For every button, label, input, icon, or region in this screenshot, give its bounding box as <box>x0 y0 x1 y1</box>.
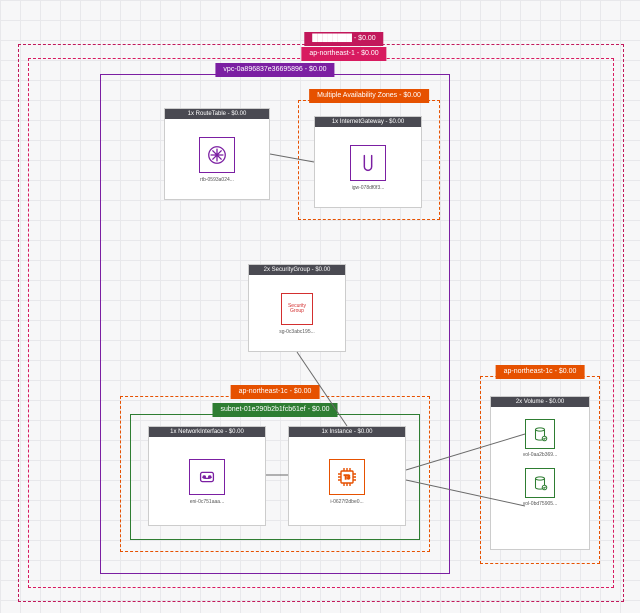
network-interface-icon <box>189 459 225 495</box>
volume-1-id: vol-0aa2b369... <box>523 452 557 458</box>
subnet-az-label: ap-northeast-1c - $0.00 <box>231 385 320 399</box>
security-group-icon: SecurityGroup <box>281 293 313 325</box>
internet-gateway-icon <box>350 145 386 181</box>
vpc-label: vpc-0a896837e36695896 - $0.00 <box>215 63 334 77</box>
volume-icon <box>525 419 555 449</box>
region-label: ap-northeast-1 - $0.00 <box>301 47 386 61</box>
volumes-title: 2x Volume - $0.00 <box>491 397 589 407</box>
svg-text:T3: T3 <box>344 475 350 481</box>
security-group-id: sg-0c3abc195... <box>279 329 315 335</box>
internet-gateway-id: igw-078df0f3... <box>352 185 385 191</box>
route-table-id: rtb-0593a024... <box>200 177 234 183</box>
volume-az-label: ap-northeast-1c - $0.00 <box>496 365 585 379</box>
network-interface-title: 1x NetworkInterface - $0.00 <box>149 427 265 437</box>
account-label: ████████ - $0.00 <box>304 32 383 46</box>
diagram-canvas[interactable]: ████████ - $0.00 ap-northeast-1 - $0.00 … <box>0 0 640 613</box>
volume-2-id: vol-0bd75905... <box>523 501 557 507</box>
route-table-node[interactable]: 1x RouteTable - $0.00 rtb-0593a024... <box>164 108 270 200</box>
subnet-label: subnet-01e290b2b1fcb61ef - $0.00 <box>213 403 338 417</box>
instance-icon: T3 <box>329 459 365 495</box>
volumes-node[interactable]: 2x Volume - $0.00 vol-0aa2b369... vol-0b… <box>490 396 590 550</box>
instance-title: 1x Instance - $0.00 <box>289 427 405 437</box>
internet-gateway-node[interactable]: 1x InternetGateway - $0.00 igw-078df0f3.… <box>314 116 422 208</box>
multi-az-label: Multiple Availability Zones - $0.00 <box>309 89 429 103</box>
route-table-title: 1x RouteTable - $0.00 <box>165 109 269 119</box>
security-group-title: 2x SecurityGroup - $0.00 <box>249 265 345 275</box>
network-interface-id: eni-0c751aaa... <box>190 499 224 505</box>
volume-icon <box>525 468 555 498</box>
network-interface-node[interactable]: 1x NetworkInterface - $0.00 eni-0c751aaa… <box>148 426 266 526</box>
instance-id: i-0627f2dbe0... <box>330 499 363 505</box>
internet-gateway-title: 1x InternetGateway - $0.00 <box>315 117 421 127</box>
route-table-icon <box>199 137 235 173</box>
instance-node[interactable]: 1x Instance - $0.00 T3 i-0627f2dbe0... <box>288 426 406 526</box>
security-group-node[interactable]: 2x SecurityGroup - $0.00 SecurityGroup s… <box>248 264 346 352</box>
